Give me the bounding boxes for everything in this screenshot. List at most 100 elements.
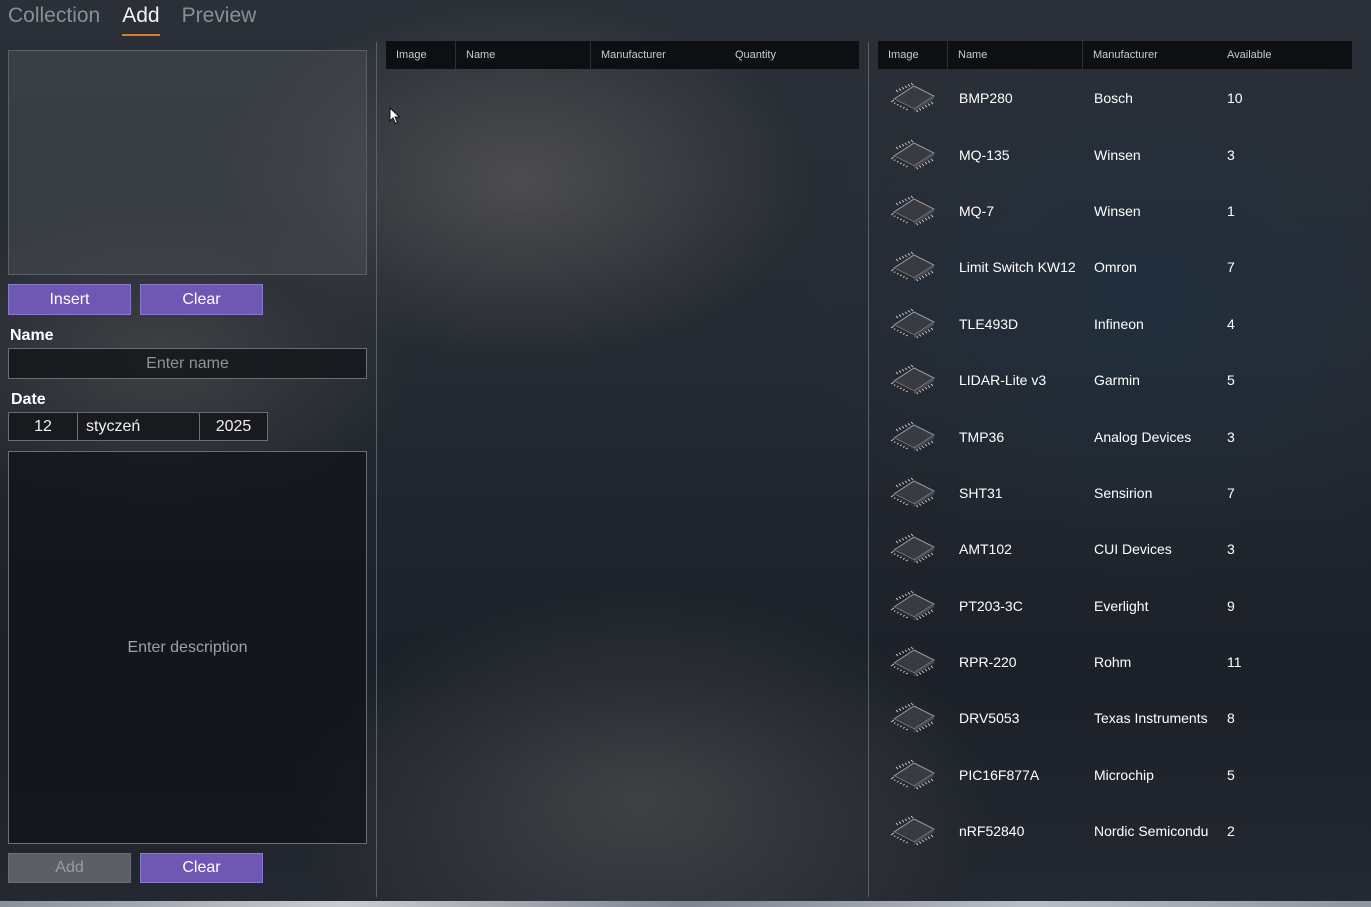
item-name: SHT31 bbox=[959, 484, 1003, 501]
column-header-available[interactable]: Available bbox=[1217, 41, 1352, 69]
column-header-manufacturer[interactable]: Manufacturer bbox=[591, 41, 725, 69]
item-name: MQ-135 bbox=[959, 146, 1010, 163]
item-name: PT203-3C bbox=[959, 597, 1023, 614]
item-manufacturer: Omron bbox=[1094, 259, 1137, 276]
table-row[interactable]: SHT31 Sensirion 7 bbox=[878, 465, 1352, 521]
item-name: MQ-7 bbox=[959, 202, 994, 219]
item-available: 1 bbox=[1227, 202, 1235, 219]
column-header-name[interactable]: Name bbox=[456, 41, 591, 69]
table-row[interactable]: nRF52840 Nordic Semicondu 2 bbox=[878, 803, 1352, 859]
chip-icon bbox=[890, 408, 938, 464]
column-header-name[interactable]: Name bbox=[948, 41, 1083, 69]
item-name: TLE493D bbox=[959, 315, 1019, 332]
table-row[interactable]: LIDAR-Lite v3 Garmin 5 bbox=[878, 352, 1352, 408]
description-textarea[interactable]: Enter description bbox=[8, 451, 367, 844]
table-row[interactable]: Limit Switch KW12 Omron 7 bbox=[878, 239, 1352, 295]
table-row[interactable]: BMP280 Bosch 10 bbox=[878, 70, 1352, 126]
item-manufacturer: Winsen bbox=[1094, 146, 1141, 163]
divider-right bbox=[868, 42, 869, 897]
item-manufacturer: Garmin bbox=[1094, 372, 1140, 389]
item-available: 3 bbox=[1227, 146, 1235, 163]
table-row[interactable]: DRV5053 Texas Instruments 8 bbox=[878, 690, 1352, 746]
column-header-image[interactable]: Image bbox=[878, 41, 948, 69]
chip-icon bbox=[890, 690, 938, 746]
item-manufacturer: Analog Devices bbox=[1094, 428, 1192, 445]
table-row[interactable]: PT203-3C Everlight 9 bbox=[878, 578, 1352, 634]
item-manufacturer: Microchip bbox=[1094, 766, 1154, 783]
chip-icon bbox=[890, 239, 938, 295]
item-name: RPR-220 bbox=[959, 654, 1017, 671]
item-available: 3 bbox=[1227, 428, 1235, 445]
chip-icon bbox=[890, 634, 938, 690]
name-label: Name bbox=[10, 327, 54, 344]
clear-form-button[interactable]: Clear bbox=[140, 853, 263, 883]
item-available: 5 bbox=[1227, 766, 1235, 783]
chip-icon bbox=[890, 70, 938, 126]
item-manufacturer: Bosch bbox=[1094, 90, 1133, 107]
item-name: AMT102 bbox=[959, 541, 1012, 558]
tab-bar: Collection Add Preview bbox=[8, 4, 256, 36]
column-header-manufacturer[interactable]: Manufacturer bbox=[1083, 41, 1217, 69]
name-input[interactable]: Enter name bbox=[8, 348, 367, 379]
item-available: 11 bbox=[1227, 654, 1242, 671]
inventory-table-header: Image Name Manufacturer Available bbox=[878, 41, 1352, 69]
item-name: nRF52840 bbox=[959, 823, 1025, 840]
table-row[interactable]: MQ-135 Winsen 3 bbox=[878, 126, 1352, 182]
item-manufacturer: Everlight bbox=[1094, 597, 1149, 614]
table-row[interactable]: RPR-220 Rohm 11 bbox=[878, 634, 1352, 690]
item-available: 2 bbox=[1227, 823, 1235, 840]
chip-icon bbox=[890, 126, 938, 182]
chip-icon bbox=[890, 465, 938, 521]
table-row[interactable]: PIC16F877A Microchip 5 bbox=[878, 747, 1352, 803]
item-name: BMP280 bbox=[959, 90, 1013, 107]
chip-icon bbox=[890, 747, 938, 803]
add-button[interactable]: Add bbox=[8, 853, 131, 883]
taskbar-edge bbox=[0, 901, 1371, 907]
item-manufacturer: Winsen bbox=[1094, 202, 1141, 219]
item-available: 5 bbox=[1227, 372, 1235, 389]
selected-items-table-header: Image Name Manufacturer Quantity bbox=[386, 41, 859, 69]
tab-add[interactable]: Add bbox=[122, 4, 160, 36]
date-picker: 12 styczeń 2025 bbox=[8, 412, 268, 441]
chip-icon bbox=[890, 578, 938, 634]
tab-collection[interactable]: Collection bbox=[8, 4, 100, 36]
item-name: LIDAR-Lite v3 bbox=[959, 372, 1047, 389]
item-manufacturer: Sensirion bbox=[1094, 484, 1153, 501]
item-available: 3 bbox=[1227, 541, 1235, 558]
date-year-field[interactable]: 2025 bbox=[200, 413, 267, 440]
item-available: 10 bbox=[1227, 90, 1243, 107]
date-month-field[interactable]: styczeń bbox=[78, 413, 200, 440]
item-name: PIC16F877A bbox=[959, 766, 1040, 783]
chip-icon bbox=[890, 803, 938, 859]
table-row[interactable]: MQ-7 Winsen 1 bbox=[878, 183, 1352, 239]
table-row[interactable]: TLE493D Infineon 4 bbox=[878, 296, 1352, 352]
item-manufacturer: Infineon bbox=[1094, 315, 1144, 332]
item-manufacturer: Nordic Semicondu bbox=[1094, 823, 1209, 840]
divider-left bbox=[376, 42, 377, 897]
item-name: DRV5053 bbox=[959, 710, 1020, 727]
chip-icon bbox=[890, 521, 938, 577]
item-manufacturer: CUI Devices bbox=[1094, 541, 1172, 558]
chip-icon bbox=[890, 296, 938, 352]
item-manufacturer: Rohm bbox=[1094, 654, 1132, 671]
image-drop-area[interactable] bbox=[8, 50, 367, 275]
mouse-cursor-icon bbox=[389, 107, 401, 125]
item-manufacturer: Texas Instruments bbox=[1094, 710, 1208, 727]
date-day-field[interactable]: 12 bbox=[9, 413, 78, 440]
item-name: TMP36 bbox=[959, 428, 1005, 445]
item-name: Limit Switch KW12 bbox=[959, 259, 1076, 276]
column-header-image[interactable]: Image bbox=[386, 41, 456, 69]
tab-preview[interactable]: Preview bbox=[182, 4, 257, 36]
table-row[interactable]: TMP36 Analog Devices 3 bbox=[878, 408, 1352, 464]
chip-icon bbox=[890, 352, 938, 408]
table-row[interactable]: AMT102 CUI Devices 3 bbox=[878, 521, 1352, 577]
clear-image-button[interactable]: Clear bbox=[140, 284, 263, 315]
inventory-table-body: BMP280 Bosch 10 MQ-135 Winsen 3 MQ-7 Winsen 1 … bbox=[878, 70, 1352, 859]
column-header-quantity[interactable]: Quantity bbox=[725, 41, 859, 69]
chip-icon bbox=[890, 183, 938, 239]
item-available: 7 bbox=[1227, 484, 1235, 501]
insert-image-button[interactable]: Insert bbox=[8, 284, 131, 315]
item-available: 4 bbox=[1227, 315, 1235, 332]
item-available: 7 bbox=[1227, 259, 1235, 276]
item-available: 9 bbox=[1227, 597, 1235, 614]
